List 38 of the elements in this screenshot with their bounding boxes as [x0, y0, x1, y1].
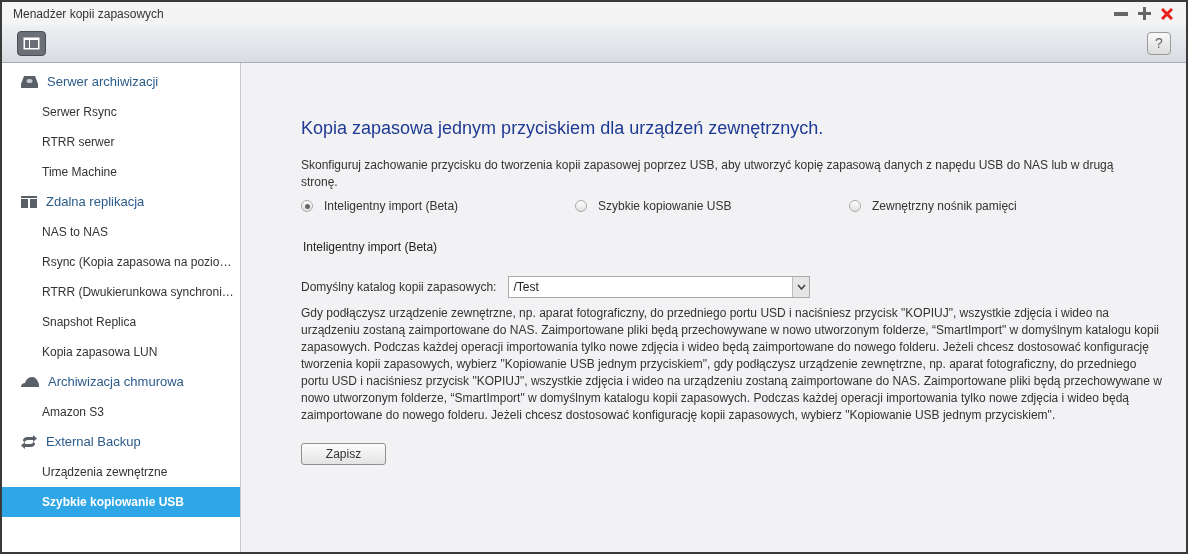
radio-label: Szybkie kopiowanie USB: [598, 198, 732, 215]
section-title: Inteligentny import (Beta): [303, 239, 439, 256]
minimize-icon[interactable]: [1114, 11, 1128, 16]
drive-icon: [21, 76, 38, 88]
sidebar-item[interactable]: RTRR (Dwukierunkowa synchroni…: [2, 277, 240, 307]
sidebar-item[interactable]: NAS to NAS: [2, 217, 240, 247]
sidebar-item[interactable]: Urządzenia zewnętrzne: [2, 457, 240, 487]
sidebar-item[interactable]: RTRR serwer: [2, 127, 240, 157]
sidebar-group-header[interactable]: Archiwizacja chmurowa: [48, 372, 184, 392]
layout-icon: [23, 37, 40, 50]
help-button[interactable]: ?: [1147, 32, 1171, 55]
radio-label: Zewnętrzny nośnik pamięci: [872, 198, 1017, 215]
field-label: Domyślny katalog kopii zapasowych:: [301, 279, 497, 296]
sync-icon: [21, 435, 37, 449]
radio-button[interactable]: [301, 200, 313, 212]
sidebar-item[interactable]: Kopia zapasowa LUN: [2, 337, 240, 367]
sidebar-item[interactable]: Serwer Rsync: [2, 97, 240, 127]
sidebar-group-header[interactable]: External Backup: [46, 432, 141, 452]
sidebar-group-header[interactable]: Zdalna replikacja: [46, 192, 145, 212]
servers-icon: [21, 196, 37, 208]
radio-label: Inteligentny import (Beta): [324, 198, 459, 215]
sidebar-item[interactable]: Snapshot Replica: [2, 307, 240, 337]
sidebar-item[interactable]: Rsync (Kopia zapasowa na pozio…: [2, 247, 240, 277]
maximize-icon[interactable]: [1138, 7, 1151, 20]
window-title: Menadżer kopii zapasowych: [13, 5, 164, 23]
save-button[interactable]: Zapisz: [301, 443, 386, 465]
cloud-icon: [21, 377, 39, 387]
sidebar-item[interactable]: Time Machine: [2, 157, 240, 187]
folder-dropdown[interactable]: /Test: [508, 276, 811, 298]
sidebar-toggle-button[interactable]: [17, 31, 46, 56]
intro-text: Skonfiguruj zachowanie przycisku do tworzenia kopii zapasowej poprzez USB, aby utworzyć kopię zapasową danych z napędu USB do NAS lub w drugą stronę.: [301, 157, 1115, 191]
description-text: Gdy podłączysz urządzenie zewnętrzne, np. aparat fotograficzny, do przedniego portu USD i naciśniesz przycisk "KOPIUJ", wszystkie zdjęcia i wideo na urządzeniu zostaną zaimportowane do NAS. Zaimportowane pliki będą przechowywane w nowo utworzonym folderze, “SmartImport" w domyślnym katalogu kopii zapasowych. Podczas każdej operacji importowania tylko nowe zdjęcia i wideo będą zaimportowane do nowego folderu. Jeżeli chcesz dostosować konfigurację tworzenia kopii zapasowych, wybierz "Kopiowanie USB jednym przyciskiem", gdy podłączysz urządzenie zewnętrzne, np. aparat fotograficzny, do przedniego portu USD i naciśniesz przycisk "KOPIUJ", wszystkie zdjęcia i wideo na urządzeniu zostaną zaimportowane do NAS. Zaimportowane pliki będą przechowywane w nowo utworzonym folderze, “SmartImport" w domyślnym katalogu kopii zapasowych. Podczas każdej operacji importowania tylko nowe zdjęcia i wideo będą zaimportowane do nowego folderu. Jeżeli chcesz dostosować konfigurację kopii zapasowych, wybierz "Kopiowanie USB jednym przyciskiem".: [301, 305, 1163, 424]
radio-button[interactable]: [575, 200, 587, 212]
page-heading: Kopia zapasowa jednym przyciskiem dla urządzeń zewnętrznych.: [301, 117, 825, 140]
radio-button[interactable]: [849, 200, 861, 212]
sidebar-item[interactable]: Amazon S3: [2, 397, 240, 427]
close-icon[interactable]: [1161, 7, 1173, 20]
sidebar-group-header[interactable]: Serwer archiwizacji: [47, 72, 159, 92]
